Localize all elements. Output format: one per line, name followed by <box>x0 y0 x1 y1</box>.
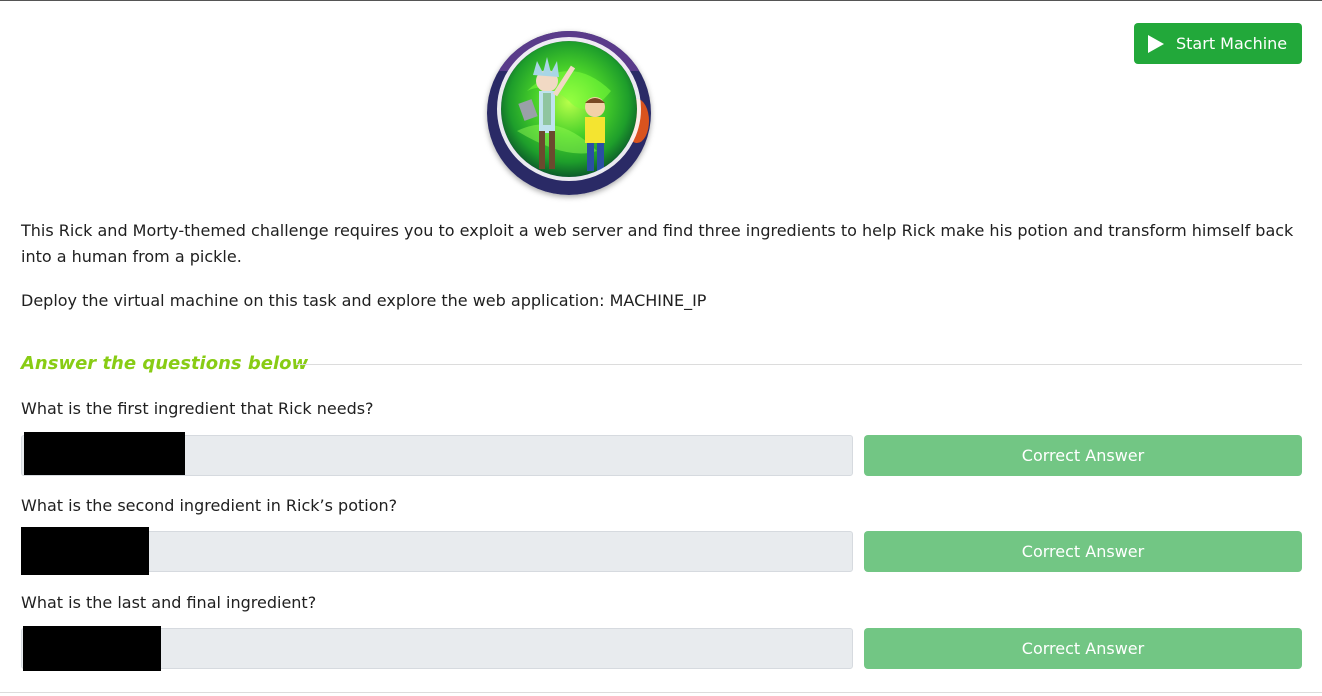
heading-divider <box>296 364 1302 365</box>
answer-3-input[interactable] <box>21 626 853 671</box>
answer-section-heading: Answer the questions below <box>21 353 309 374</box>
question-3-text: What is the last and final ingredient? <box>21 593 317 612</box>
question-1-correct-answer-button[interactable]: Correct Answer <box>864 435 1302 476</box>
play-icon <box>1148 34 1164 53</box>
answer-2-input[interactable] <box>21 527 853 575</box>
start-machine-button[interactable]: Start Machine <box>1134 23 1302 64</box>
task-instructions: Deploy the virtual machine on this task … <box>21 291 707 310</box>
top-border <box>0 0 1322 1</box>
question-1-text: What is the first ingredient that Rick n… <box>21 399 374 418</box>
bottom-divider <box>0 692 1322 693</box>
rick-morty-portal-image <box>487 31 651 195</box>
room-image <box>487 31 651 195</box>
redacted-answer <box>23 626 161 671</box>
answer-1-input[interactable] <box>21 432 853 476</box>
question-2-correct-answer-button[interactable]: Correct Answer <box>864 531 1302 572</box>
question-3-correct-answer-button[interactable]: Correct Answer <box>864 628 1302 669</box>
redacted-answer <box>21 527 149 575</box>
question-2-text: What is the second ingredient in Rick’s … <box>21 496 398 515</box>
task-description: This Rick and Morty-themed challenge req… <box>21 221 1294 266</box>
start-machine-label: Start Machine <box>1176 34 1288 53</box>
redacted-answer <box>24 432 185 475</box>
